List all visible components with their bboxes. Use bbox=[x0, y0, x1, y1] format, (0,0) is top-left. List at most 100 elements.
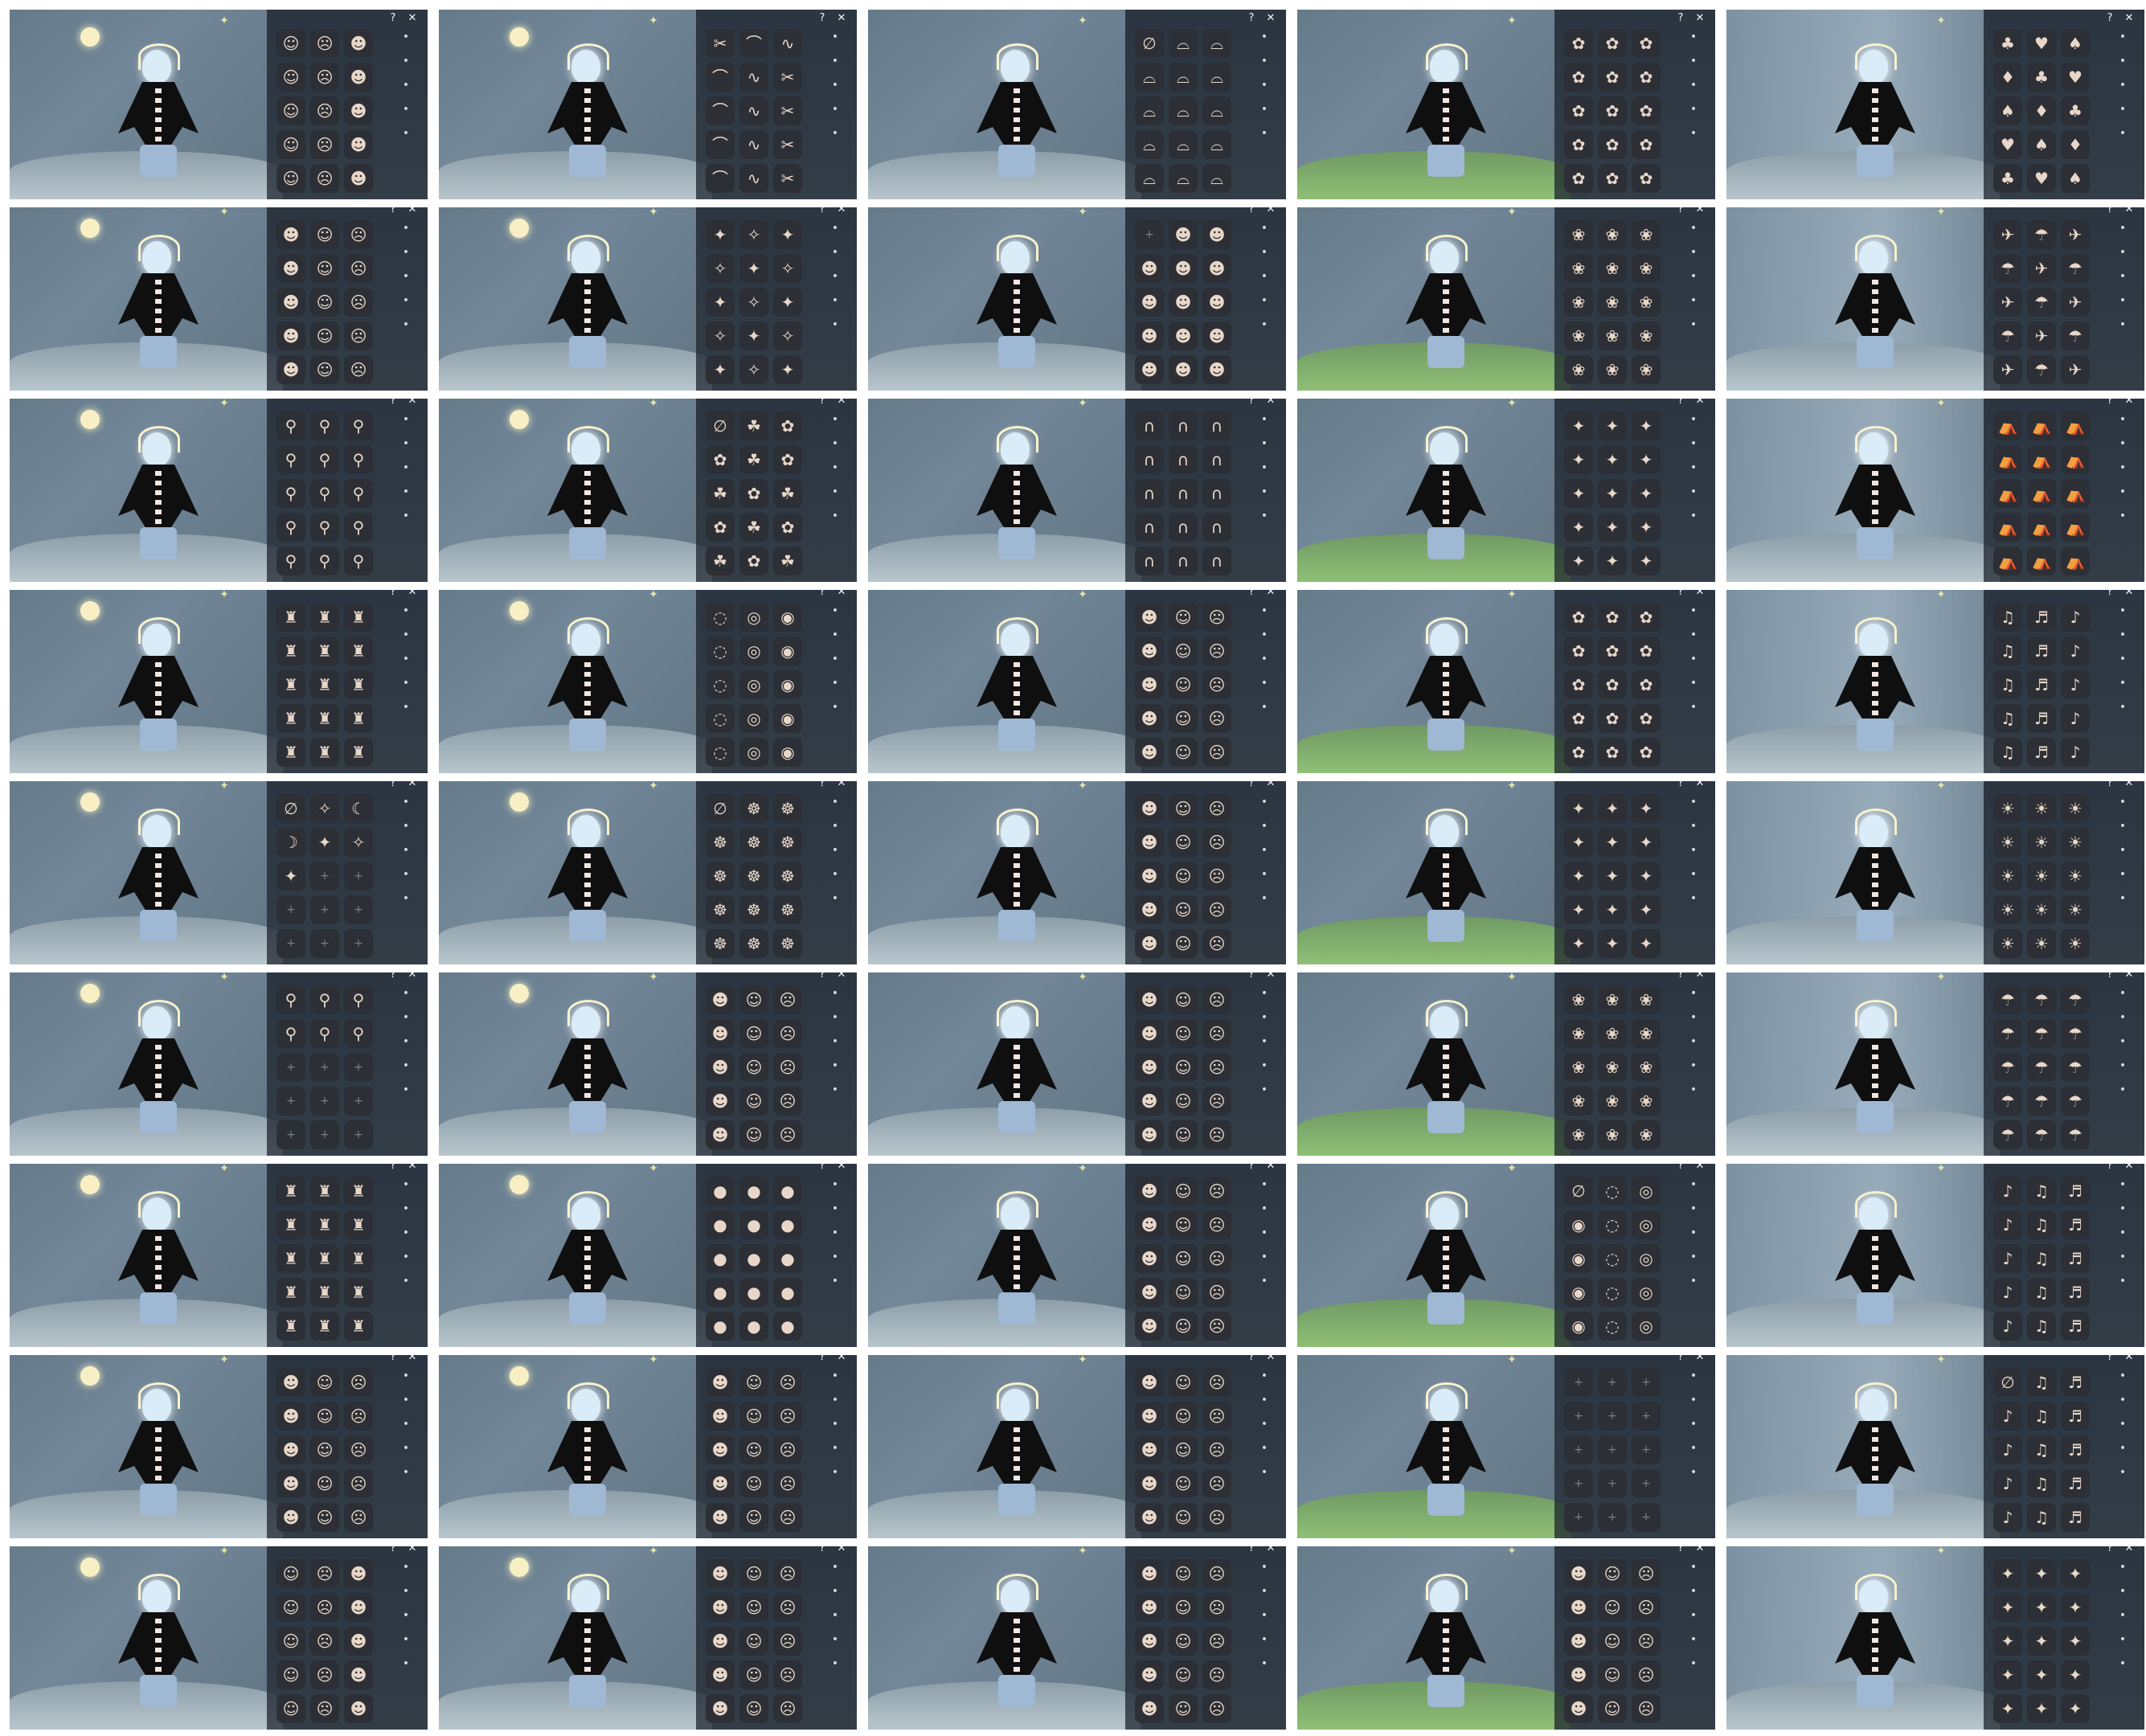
cape-icon[interactable]: • bbox=[1687, 461, 1700, 474]
hair-icon[interactable]: • bbox=[399, 1011, 412, 1024]
cosmetic-slot[interactable]: ☹ bbox=[344, 321, 373, 350]
cosmetic-slot[interactable]: ❀ bbox=[1632, 355, 1661, 384]
cosmetic-slot[interactable]: ☸ bbox=[773, 794, 802, 823]
cosmetic-slot[interactable]: ☺ bbox=[1169, 929, 1198, 958]
cosmetic-slot[interactable]: ◎ bbox=[739, 670, 768, 699]
close-button[interactable]: ✕ bbox=[2122, 11, 2136, 26]
emote-icon[interactable]: • bbox=[2116, 510, 2129, 522]
cosmetic-slot[interactable]: ✦ bbox=[1632, 862, 1661, 891]
cosmetic-slot[interactable]: ☺ bbox=[276, 164, 305, 193]
cosmetic-slot[interactable]: ☸ bbox=[706, 895, 735, 924]
cape-icon[interactable]: • bbox=[829, 1226, 842, 1239]
cosmetic-slot[interactable]: ☺ bbox=[1169, 1503, 1198, 1532]
prop-icon[interactable]: • bbox=[399, 868, 412, 881]
cosmetic-slot[interactable]: ✦ bbox=[2061, 1559, 2090, 1588]
cosmetic-slot[interactable]: ☂ bbox=[2061, 321, 2090, 350]
face-icon[interactable]: • bbox=[1258, 222, 1271, 235]
prop-icon[interactable]: • bbox=[399, 1633, 412, 1646]
hair-icon[interactable]: • bbox=[1687, 1011, 1700, 1024]
cosmetic-slot[interactable]: ☺ bbox=[276, 63, 305, 92]
prop-icon[interactable]: • bbox=[1258, 868, 1271, 881]
cosmetic-slot[interactable]: ♜ bbox=[276, 704, 305, 733]
cosmetic-slot[interactable]: + bbox=[344, 1120, 373, 1149]
cosmetic-slot[interactable]: ☘ bbox=[773, 479, 802, 508]
cape-icon[interactable]: • bbox=[1258, 1418, 1271, 1431]
cosmetic-slot[interactable]: ✦ bbox=[310, 828, 339, 857]
cosmetic-slot[interactable]: ☺ bbox=[310, 1435, 339, 1464]
cosmetic-slot[interactable]: ♪ bbox=[1993, 1244, 2022, 1273]
cosmetic-slot[interactable]: ⚲ bbox=[344, 411, 373, 440]
cosmetic-slot[interactable]: ♪ bbox=[1993, 1177, 2022, 1206]
cosmetic-slot[interactable]: ⌓ bbox=[1169, 63, 1198, 92]
emote-icon[interactable]: • bbox=[1258, 701, 1271, 714]
cosmetic-slot[interactable]: ☸ bbox=[706, 862, 735, 891]
cosmetic-slot[interactable]: ☺ bbox=[1169, 603, 1198, 632]
cosmetic-slot[interactable]: ☻ bbox=[1564, 1593, 1593, 1622]
cosmetic-slot[interactable]: ❀ bbox=[1632, 220, 1661, 249]
cosmetic-slot[interactable]: ♜ bbox=[310, 1312, 339, 1341]
cosmetic-slot[interactable]: ⛺ bbox=[1993, 445, 2022, 474]
cosmetic-slot[interactable]: ☻ bbox=[344, 29, 373, 58]
cosmetic-slot[interactable]: ♫ bbox=[1993, 637, 2022, 665]
cosmetic-slot[interactable]: ☻ bbox=[706, 1087, 735, 1116]
cosmetic-slot[interactable]: ❀ bbox=[1564, 254, 1593, 283]
cosmetic-slot[interactable]: ☹ bbox=[344, 1368, 373, 1397]
cosmetic-slot[interactable]: ◎ bbox=[1632, 1312, 1661, 1341]
cosmetic-slot[interactable]: ♜ bbox=[344, 637, 373, 665]
cosmetic-slot[interactable]: ☀ bbox=[2027, 895, 2056, 924]
cosmetic-slot[interactable]: ☹ bbox=[1202, 1053, 1231, 1082]
cosmetic-slot[interactable]: ∩ bbox=[1135, 547, 1164, 575]
cosmetic-slot[interactable]: ♫ bbox=[2027, 1278, 2056, 1307]
cosmetic-slot[interactable]: ☺ bbox=[1169, 1559, 1198, 1588]
cosmetic-slot[interactable]: ✧ bbox=[739, 220, 768, 249]
cosmetic-slot[interactable]: ✦ bbox=[2027, 1593, 2056, 1622]
cosmetic-slot[interactable]: ☻ bbox=[1135, 1210, 1164, 1239]
cosmetic-slot[interactable]: ❀ bbox=[1598, 1120, 1627, 1149]
prop-icon[interactable]: • bbox=[1258, 1059, 1271, 1072]
cosmetic-slot[interactable]: ❀ bbox=[1632, 985, 1661, 1014]
cosmetic-slot[interactable]: ✈ bbox=[2061, 288, 2090, 317]
cosmetic-slot[interactable]: ☂ bbox=[2061, 1053, 2090, 1082]
prop-icon[interactable]: • bbox=[829, 294, 842, 307]
cosmetic-slot[interactable]: ☻ bbox=[706, 1053, 735, 1082]
cosmetic-slot[interactable]: ❀ bbox=[1564, 355, 1593, 384]
cosmetic-slot[interactable]: + bbox=[1564, 1402, 1593, 1431]
cosmetic-slot[interactable]: ♬ bbox=[2061, 1244, 2090, 1273]
cosmetic-slot[interactable]: ∩ bbox=[1169, 445, 1198, 474]
cosmetic-slot[interactable]: ☹ bbox=[1202, 1503, 1231, 1532]
cosmetic-slot[interactable]: ☺ bbox=[1169, 794, 1198, 823]
cape-icon[interactable]: • bbox=[1687, 79, 1700, 92]
cosmetic-slot[interactable]: ☂ bbox=[1993, 1019, 2022, 1048]
cosmetic-slot[interactable]: ✦ bbox=[1632, 479, 1661, 508]
cosmetic-slot[interactable]: ⛺ bbox=[1993, 547, 2022, 575]
cosmetic-slot[interactable]: ☺ bbox=[739, 1019, 768, 1048]
cosmetic-slot[interactable]: ⚲ bbox=[344, 513, 373, 542]
cosmetic-slot[interactable]: ☻ bbox=[706, 1660, 735, 1689]
help-button[interactable]: ? bbox=[386, 11, 400, 26]
cosmetic-slot[interactable]: ✿ bbox=[706, 445, 735, 474]
cosmetic-slot[interactable]: ◉ bbox=[1564, 1244, 1593, 1273]
cosmetic-slot[interactable]: ☻ bbox=[1135, 1278, 1164, 1307]
cape-icon[interactable]: • bbox=[1258, 270, 1271, 283]
cosmetic-slot[interactable]: ✦ bbox=[2061, 1660, 2090, 1689]
cosmetic-slot[interactable]: ☺ bbox=[1169, 1660, 1198, 1689]
cosmetic-slot[interactable]: ⌓ bbox=[1135, 130, 1164, 159]
cosmetic-slot[interactable]: ☹ bbox=[773, 1435, 802, 1464]
cosmetic-slot[interactable]: ☽ bbox=[276, 828, 305, 857]
cosmetic-slot[interactable]: ☻ bbox=[1135, 603, 1164, 632]
cosmetic-slot[interactable]: ☂ bbox=[2027, 1053, 2056, 1082]
cape-icon[interactable]: • bbox=[399, 844, 412, 857]
cosmetic-slot[interactable]: ♜ bbox=[310, 670, 339, 699]
cosmetic-slot[interactable]: ◌ bbox=[1598, 1177, 1627, 1206]
face-icon[interactable]: • bbox=[1687, 987, 1700, 1000]
cosmetic-slot[interactable]: ✦ bbox=[1598, 411, 1627, 440]
emote-icon[interactable]: • bbox=[399, 127, 412, 140]
cosmetic-slot[interactable]: ☻ bbox=[1135, 1660, 1164, 1689]
cosmetic-slot[interactable]: ✦ bbox=[1564, 513, 1593, 542]
hair-icon[interactable]: • bbox=[2116, 1394, 2129, 1406]
cosmetic-slot[interactable]: ✈ bbox=[1993, 288, 2022, 317]
prop-icon[interactable]: • bbox=[1258, 1251, 1271, 1263]
cosmetic-slot[interactable]: ∩ bbox=[1169, 479, 1198, 508]
cosmetic-slot[interactable]: ☺ bbox=[739, 1593, 768, 1622]
cosmetic-slot[interactable]: ⌒ bbox=[706, 164, 735, 193]
